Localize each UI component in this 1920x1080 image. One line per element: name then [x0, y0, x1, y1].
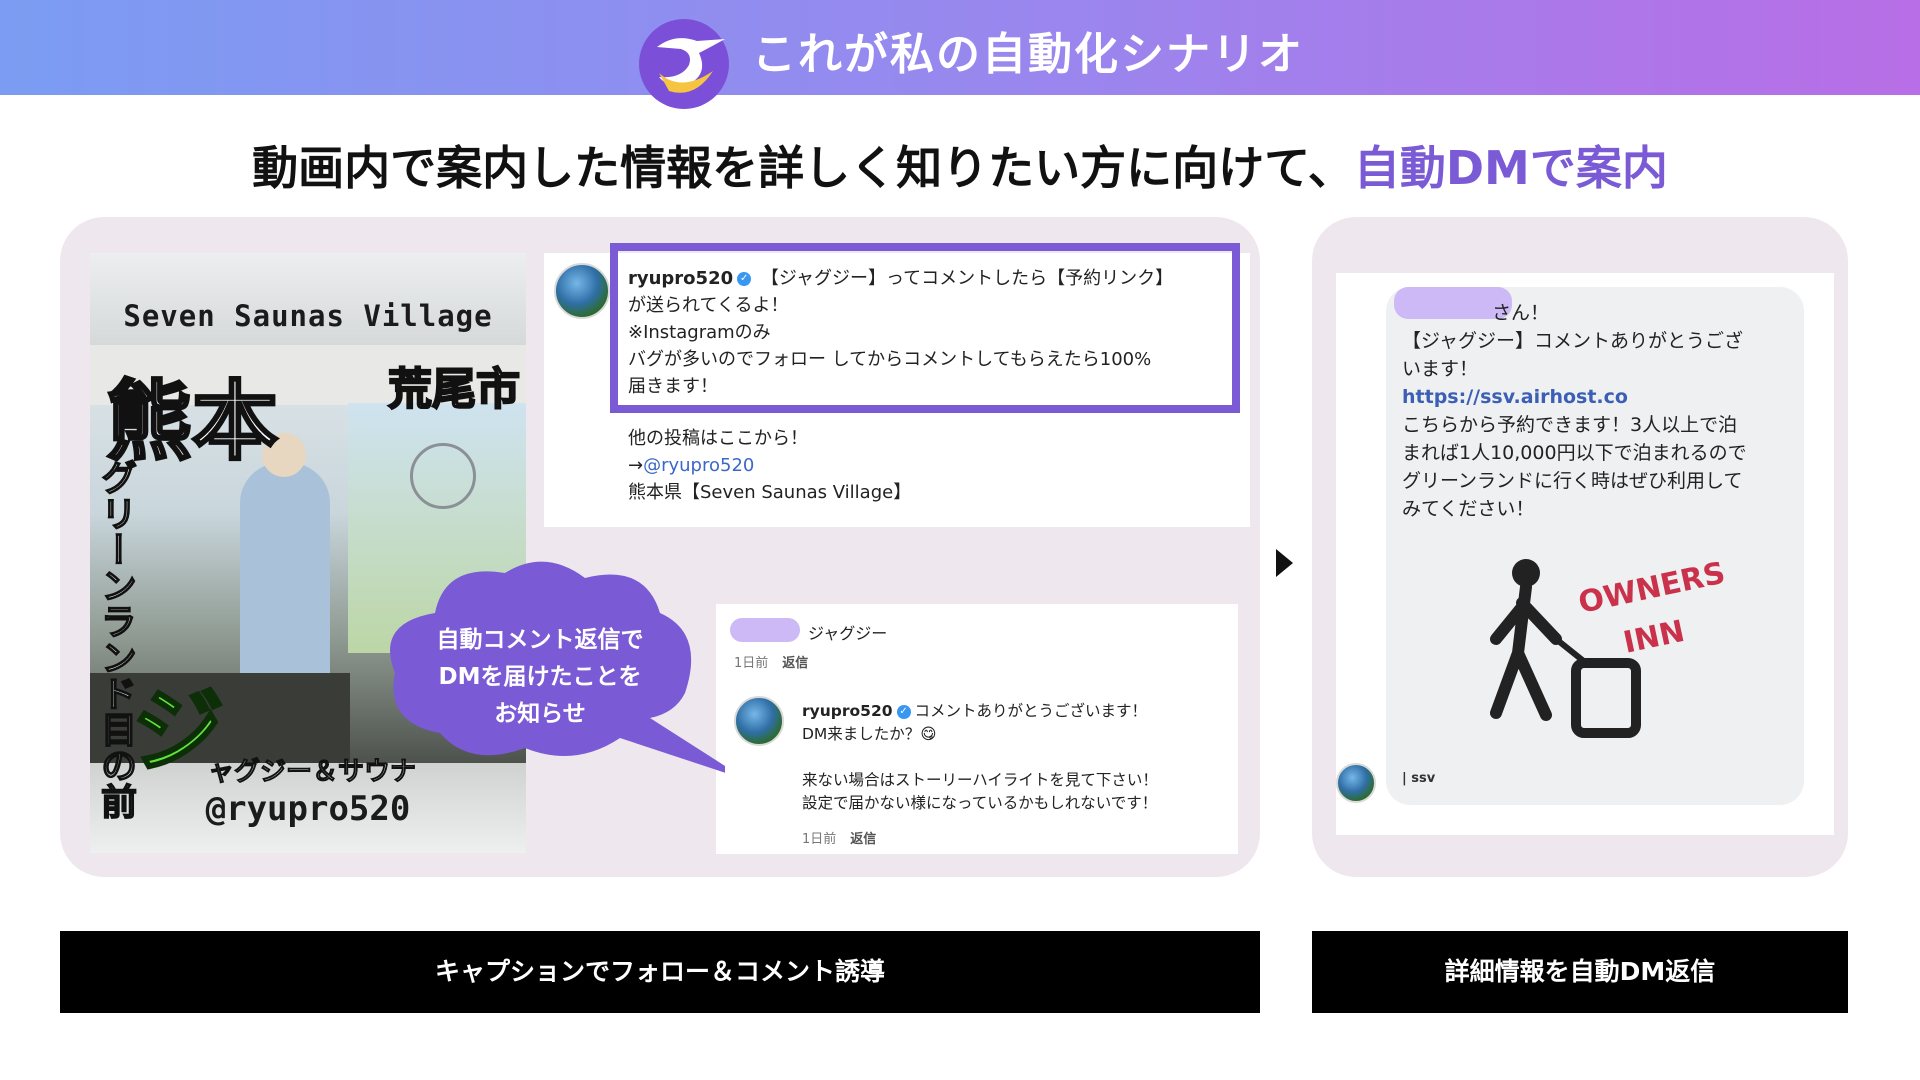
- bubble-line-1: 自動コメント返信で: [436, 627, 644, 653]
- caption-line-5: 届きます！: [628, 376, 718, 397]
- reply-reply-link[interactable]: 返信: [850, 832, 876, 847]
- dm-message-card: さん！ 【ジャグジー】コメントありがとうござ います！ https://ssv.…: [1336, 273, 1834, 835]
- dm-line-7: グリーンランドに行く時はぜひ利用して: [1402, 470, 1743, 492]
- reply-line-2: DM来ましたか？😋: [802, 725, 937, 743]
- reply-text: ryupro520 ✓ コメントありがとうございます！ DM来ましたか？😋 来ない場…: [802, 700, 1232, 815]
- bubble-line-2: DMを届けたことを: [438, 664, 642, 690]
- thumbnail-person: [240, 463, 330, 693]
- reply-line-3: 来ない場合はストーリーハイライトを見て下さい！: [802, 771, 1158, 789]
- thumbnail-city-small: 荒尾市: [387, 363, 521, 416]
- caption-line-4: バグが多いのでフォロー してからコメントしてもらえたら100%: [628, 349, 1152, 370]
- caption-line-1: 【ジャグジー】ってコメントしたら【予約リンク】: [760, 268, 1174, 289]
- thumbnail-handle: @ryupro520: [205, 789, 411, 829]
- reply-line-4: 設定で届かない様になっているかもしれないです！: [802, 794, 1158, 812]
- owners-inn-logo: OWNERS INN: [1490, 556, 1728, 738]
- next-step-arrow-icon: [1276, 549, 1293, 577]
- banner-title: これが私の自動化シナリオ: [752, 29, 1304, 80]
- reply-meta: 1日前 返信: [802, 828, 876, 847]
- dm-line-6: まれば1人10,000円以下で泊まれるので: [1402, 442, 1747, 464]
- post-caption-card: ryupro520 ✓ 【ジャグジー】ってコメントしたら【予約リンク】 が送られて…: [544, 243, 1250, 527]
- dm-line-3: います！: [1402, 358, 1479, 380]
- thumbnail-venue: Seven Saunas Village: [123, 299, 493, 333]
- dm-line-2: 【ジャグジー】コメントありがとうござ: [1402, 330, 1744, 352]
- verified-badge-icon: ✓: [896, 704, 911, 719]
- verified-badge-icon: ✓: [737, 272, 752, 286]
- caption-line-2: が送られてくるよ！: [628, 295, 789, 316]
- bubble-text: 自動コメント返信で DMを届けたことを お知らせ: [405, 622, 675, 733]
- caption-more-1: 他の投稿はここから！: [628, 428, 808, 449]
- ferris-wheel: [410, 443, 476, 509]
- svg-text:INN: INN: [1620, 614, 1687, 661]
- user-avatar[interactable]: [554, 263, 610, 319]
- comment-meta: 1日前 返信: [734, 652, 808, 671]
- step-label-caption: キャプションでフォロー＆コメント誘導: [60, 931, 1260, 1013]
- caption-mention-link[interactable]: @ryupro520: [643, 455, 754, 476]
- dm-line-8: みてください！: [1402, 498, 1535, 520]
- caption-text: ryupro520 ✓ 【ジャグジー】ってコメントしたら【予約リンク】 が送られて…: [628, 265, 1228, 400]
- headline-text: 動画内で案内した情報を詳しく知りたい方に向けて、: [252, 141, 1354, 195]
- comment-time: 1日前: [734, 656, 769, 671]
- caption-arrow: →: [628, 455, 644, 476]
- dm-text: さん！ 【ジャグジー】コメントありがとうござ います！ https://ssv.…: [1402, 299, 1802, 523]
- dm-line-5: こちらから予約できます！3人以上で泊: [1402, 414, 1738, 436]
- blurred-username: [730, 618, 800, 642]
- caption-line-3: ※Instagramのみ: [628, 322, 771, 343]
- caption-more-3: 熊本県【Seven Saunas Village】: [628, 482, 912, 503]
- caption-username[interactable]: ryupro520: [628, 268, 733, 289]
- dm-greeting: さん！: [1492, 302, 1550, 324]
- sender-avatar[interactable]: [1336, 763, 1376, 803]
- bubble-line-3: お知らせ: [494, 701, 586, 727]
- step-label-dm: 詳細情報を自動DM返信: [1312, 931, 1848, 1013]
- reply-username[interactable]: ryupro520: [802, 702, 893, 720]
- comment-reply-link[interactable]: 返信: [782, 656, 808, 671]
- dm-sender-tag: | ssv: [1402, 771, 1436, 786]
- comment-text: ジャグジー: [808, 624, 888, 643]
- svg-text:OWNERS: OWNERS: [1575, 556, 1728, 621]
- thumbnail-city-large: 熊本: [105, 371, 280, 474]
- headline-accent: 自動DMで案内: [1353, 141, 1668, 195]
- comment-thread-card: ジャグジー 1日前 返信 ryupro520 ✓ コメントありがとうございます！ DM…: [716, 604, 1238, 854]
- reply-avatar[interactable]: [734, 696, 784, 746]
- pelican-logo-icon: [639, 19, 729, 109]
- caption-more: 他の投稿はここから！ →@ryupro520 熊本県【Seven Saunas …: [628, 425, 1228, 506]
- reply-line-1: コメントありがとうございます！: [914, 702, 1148, 720]
- dm-booking-link[interactable]: https://ssv.airhost.co: [1402, 386, 1628, 408]
- page-headline: 動画内で案内した情報を詳しく知りたい方に向けて、自動DMで案内: [0, 132, 1920, 198]
- reply-time: 1日前: [802, 832, 837, 847]
